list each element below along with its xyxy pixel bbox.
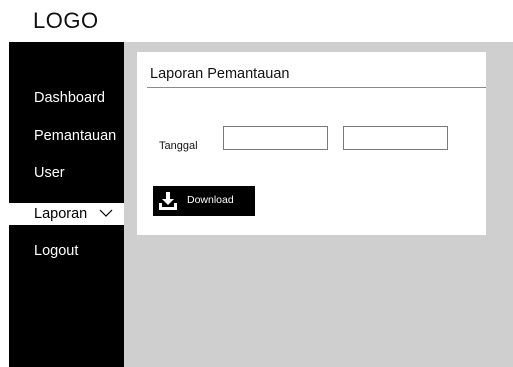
sidebar-item-label: Laporan bbox=[34, 206, 88, 222]
app-root: LOGO Dashboard Pemantauan User Laporan L… bbox=[0, 0, 513, 367]
logo: LOGO bbox=[33, 8, 99, 33]
content-area: Laporan Pemantauan Tanggal Download bbox=[124, 42, 513, 367]
chevron-down-icon bbox=[99, 209, 113, 217]
download-icon bbox=[159, 192, 177, 210]
sidebar: Dashboard Pemantauan User Laporan Logout bbox=[9, 42, 124, 367]
sidebar-item-laporan[interactable]: Laporan bbox=[9, 203, 124, 225]
sidebar-item-label: Pemantauan bbox=[34, 128, 117, 144]
sidebar-item-dashboard[interactable]: Dashboard bbox=[9, 87, 124, 109]
sidebar-item-pemantauan[interactable]: Pemantauan bbox=[9, 125, 124, 147]
download-button-label: Download bbox=[187, 194, 234, 206]
sidebar-item-user[interactable]: User bbox=[9, 162, 124, 184]
sidebar-item-label: Logout bbox=[34, 243, 79, 259]
report-card: Laporan Pemantauan Tanggal Download bbox=[137, 52, 486, 235]
date-from-input[interactable] bbox=[223, 126, 328, 150]
title-divider bbox=[147, 87, 486, 88]
download-button[interactable]: Download bbox=[153, 186, 255, 216]
sidebar-item-logout[interactable]: Logout bbox=[9, 240, 124, 262]
date-to-input[interactable] bbox=[343, 126, 448, 150]
sidebar-item-label: User bbox=[34, 165, 65, 181]
card-title: Laporan Pemantauan bbox=[150, 66, 290, 82]
sidebar-item-label: Dashboard bbox=[34, 90, 105, 106]
date-label: Tanggal bbox=[159, 140, 198, 152]
